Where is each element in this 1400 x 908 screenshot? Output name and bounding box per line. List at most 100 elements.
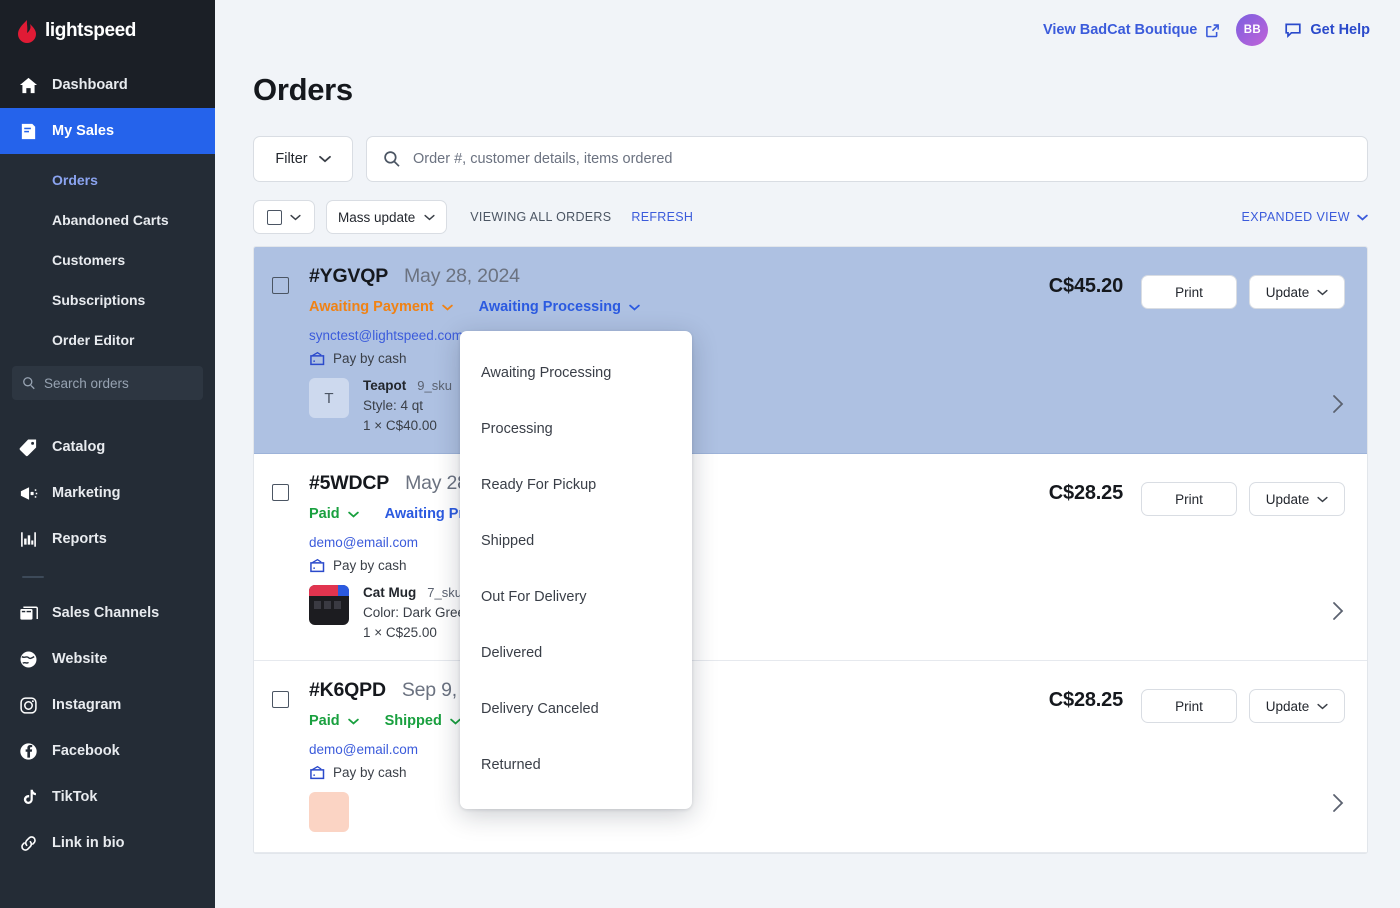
sidebar-item-reports[interactable]: Reports: [0, 516, 215, 562]
product-thumbnail-letter: T: [324, 389, 334, 407]
chevron-right-icon[interactable]: [1332, 600, 1345, 622]
payment-status-dropdown[interactable]: Paid: [309, 713, 359, 729]
chevron-down-icon: [1357, 214, 1368, 221]
sidebar-item-catalog[interactable]: Catalog: [0, 424, 215, 470]
fulfillment-status-menu: Awaiting Processing Processing Ready For…: [460, 331, 692, 809]
order-checkbox[interactable]: [272, 277, 289, 294]
order-line-item-text: Teapot 9_sku Style: 4 qt 1 × C$40.00: [363, 378, 452, 433]
view-store-link[interactable]: View BadCat Boutique: [1043, 22, 1220, 38]
sidebar-item-subscriptions[interactable]: Subscriptions: [0, 280, 215, 320]
order-checkbox[interactable]: [272, 691, 289, 708]
sidebar-item-label: Dashboard: [52, 77, 128, 93]
sidebar-middle-section: Catalog Marketing Reports Sales Channels…: [0, 412, 215, 866]
status-option-out-for-delivery[interactable]: Out For Delivery: [460, 569, 692, 625]
sidebar-item-orders[interactable]: Orders: [0, 160, 215, 200]
app-root: lightspeed Dashboard My Sales Orders Aba…: [0, 0, 1400, 908]
sidebar-item-label: My Sales: [52, 123, 115, 139]
sidebar-divider: [22, 576, 44, 578]
sidebar-item-instagram[interactable]: Instagram: [0, 682, 215, 728]
tiktok-icon: [18, 787, 38, 807]
filter-label: Filter: [275, 151, 308, 167]
avatar-initials: BB: [1243, 24, 1261, 36]
order-actions: C$28.25 Print Update: [957, 679, 1367, 832]
refresh-link[interactable]: REFRESH: [631, 210, 693, 224]
sidebar-item-sales-channels[interactable]: Sales Channels: [0, 590, 215, 636]
bulk-action-toolbar: Mass update VIEWING ALL ORDERS REFRESH E…: [215, 182, 1400, 234]
status-option-delivery-canceled[interactable]: Delivery Canceled: [460, 681, 692, 737]
status-option-delivered[interactable]: Delivered: [460, 625, 692, 681]
status-option-ready-for-pickup[interactable]: Ready For Pickup: [460, 457, 692, 513]
chevron-down-icon: [1317, 496, 1328, 503]
status-option-shipped[interactable]: Shipped: [460, 513, 692, 569]
fulfillment-status-dropdown[interactable]: Shipped: [385, 713, 461, 729]
sidebar-item-marketing[interactable]: Marketing: [0, 470, 215, 516]
print-button[interactable]: Print: [1141, 482, 1237, 516]
sidebar-item-abandoned-carts[interactable]: Abandoned Carts: [0, 200, 215, 240]
chevron-right-icon[interactable]: [1332, 393, 1345, 415]
windows-stack-icon: [18, 603, 38, 623]
update-button[interactable]: Update: [1249, 275, 1345, 309]
brand-logo[interactable]: lightspeed: [0, 0, 215, 62]
sidebar-search-placeholder: Search orders: [44, 375, 129, 391]
table-row[interactable]: #5WDCP May 28, 2024 Paid Awaiting Proces…: [254, 454, 1367, 661]
order-id[interactable]: #5WDCP: [309, 472, 389, 495]
sidebar-subitem-label: Abandoned Carts: [52, 212, 169, 228]
search-icon: [383, 150, 401, 168]
filter-button[interactable]: Filter: [253, 136, 353, 182]
chevron-down-icon: [424, 214, 435, 221]
table-row[interactable]: #K6QPD Sep 9, 2022 Paid Shipped demo@ema…: [254, 661, 1367, 853]
sidebar-item-my-sales[interactable]: My Sales: [0, 108, 215, 154]
sidebar-item-link-in-bio[interactable]: Link in bio: [0, 820, 215, 866]
chevron-down-icon: [347, 718, 359, 725]
sidebar-subitem-label: Order Editor: [52, 332, 135, 348]
update-button[interactable]: Update: [1249, 482, 1345, 516]
sidebar-item-facebook[interactable]: Facebook: [0, 728, 215, 774]
sidebar-item-dashboard[interactable]: Dashboard: [0, 62, 215, 108]
payment-status-label: Awaiting Payment: [309, 299, 434, 315]
sidebar-item-customers[interactable]: Customers: [0, 240, 215, 280]
status-option-processing[interactable]: Processing: [460, 401, 692, 457]
chevron-down-icon: [629, 304, 640, 311]
product-option: Style: 4 qt: [363, 398, 424, 413]
sidebar-search-orders[interactable]: Search orders: [12, 366, 203, 400]
order-select-cell: [254, 472, 289, 640]
search-input[interactable]: Order #, customer details, items ordered: [366, 136, 1368, 182]
status-option-awaiting-processing[interactable]: Awaiting Processing: [460, 345, 692, 401]
search-icon: [22, 376, 36, 390]
update-button[interactable]: Update: [1249, 689, 1345, 723]
order-actions: C$28.25 Print Update: [957, 472, 1367, 640]
product-thumbnail: [309, 792, 349, 832]
order-checkbox[interactable]: [272, 484, 289, 501]
sidebar-item-order-editor[interactable]: Order Editor: [0, 320, 215, 360]
sidebar-item-tiktok[interactable]: TikTok: [0, 774, 215, 820]
sidebar-item-website[interactable]: Website: [0, 636, 215, 682]
print-button[interactable]: Print: [1141, 689, 1237, 723]
get-help-button[interactable]: Get Help: [1284, 21, 1370, 39]
chat-bubble-icon: [1284, 21, 1302, 39]
status-option-returned[interactable]: Returned: [460, 737, 692, 793]
payment-status-label: Paid: [309, 506, 340, 522]
viewing-status-text: VIEWING ALL ORDERS: [470, 210, 612, 224]
order-date: May 28, 2024: [404, 265, 520, 287]
expanded-view-toggle[interactable]: EXPANDED VIEW: [1242, 210, 1368, 224]
brand-name: lightspeed: [45, 20, 137, 41]
table-row[interactable]: #YGVQP May 28, 2024 Awaiting Payment Awa…: [254, 247, 1367, 454]
sidebar-item-label: TikTok: [52, 789, 98, 805]
mass-update-button[interactable]: Mass update: [326, 200, 448, 234]
product-qty-price: 1 × C$25.00: [363, 625, 437, 640]
sidebar-submenu: Orders Abandoned Carts Customers Subscri…: [0, 154, 215, 412]
wallet-icon: [309, 351, 326, 366]
fulfillment-status-dropdown[interactable]: Awaiting Processing: [479, 299, 640, 315]
sidebar-item-label: Reports: [52, 531, 107, 547]
order-id[interactable]: #K6QPD: [309, 679, 386, 702]
chevron-right-icon[interactable]: [1332, 792, 1345, 814]
payment-status-dropdown[interactable]: Awaiting Payment: [309, 299, 453, 315]
print-button[interactable]: Print: [1141, 275, 1237, 309]
product-sku: 9_sku: [417, 378, 452, 393]
order-id[interactable]: #YGVQP: [309, 265, 388, 288]
avatar[interactable]: BB: [1236, 14, 1269, 46]
payment-status-dropdown[interactable]: Paid: [309, 506, 359, 522]
product-name: Cat Mug: [363, 585, 417, 600]
sidebar-subitem-label: Subscriptions: [52, 292, 146, 308]
select-all-dropdown[interactable]: [253, 200, 315, 234]
